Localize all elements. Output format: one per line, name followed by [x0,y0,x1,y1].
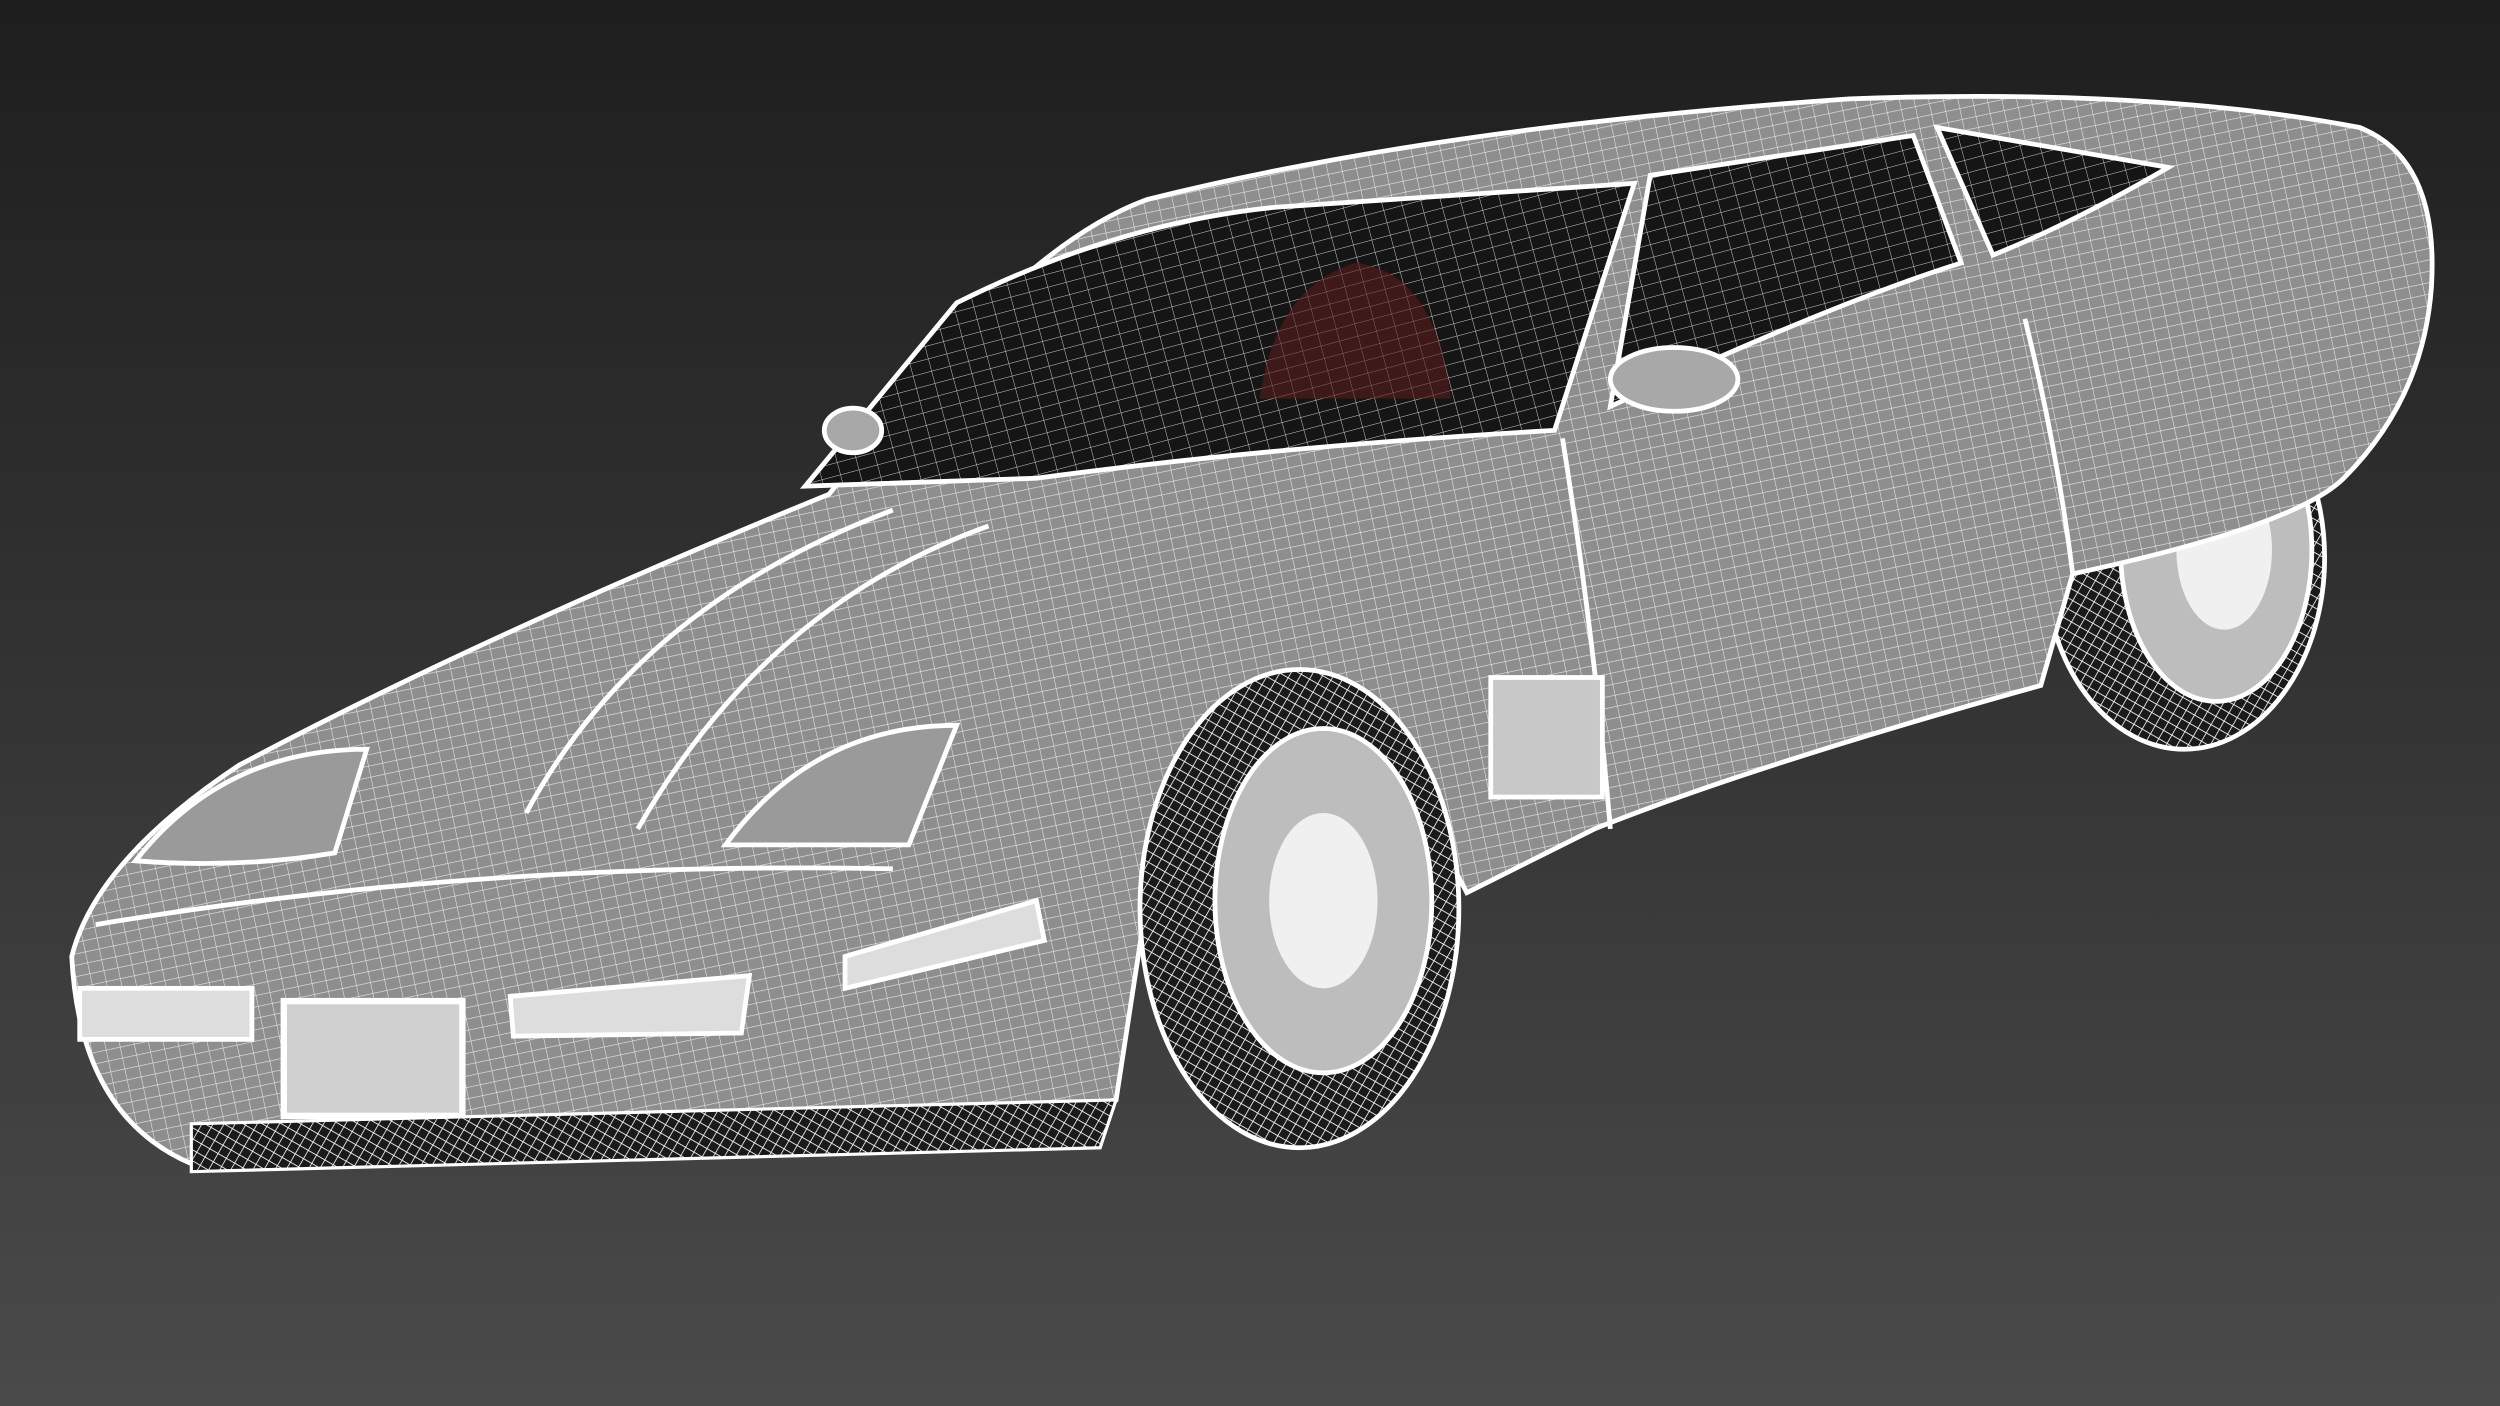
side-mirror [1607,345,1741,414]
side-vent [1488,675,1605,800]
side-mirror-left [821,405,885,456]
viewport-wireframe-render [0,0,2500,1406]
front-lamp-left [77,985,255,1042]
front-grille [280,997,466,1120]
front-wheel [1137,667,1462,1151]
